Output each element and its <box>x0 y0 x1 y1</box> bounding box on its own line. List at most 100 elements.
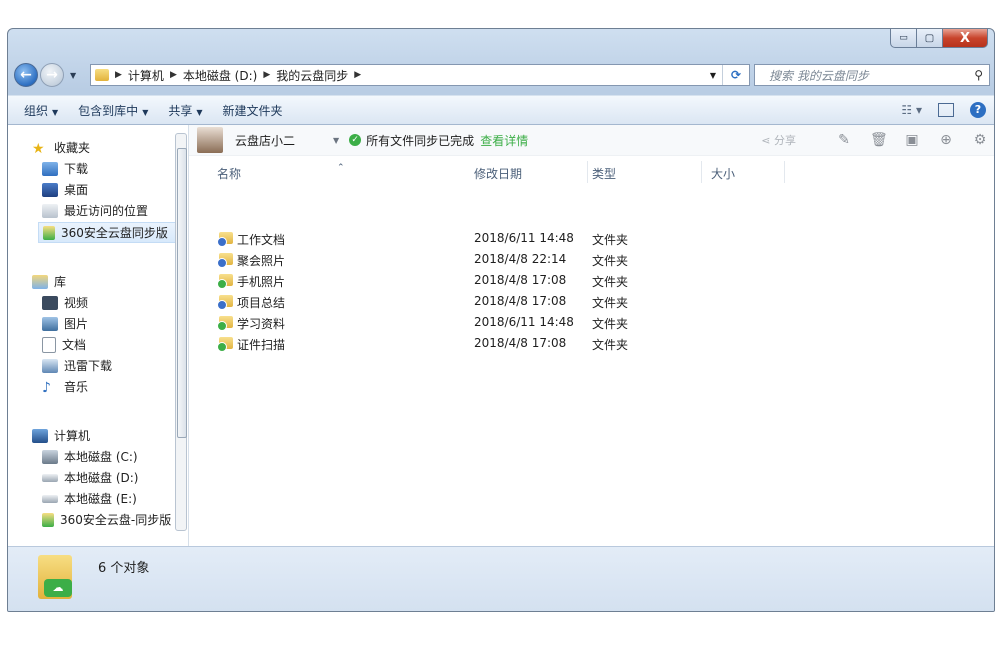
sync-actions: ⋖ 分享 ✎ 🗑 ▣ ⊕ ⚙ <box>761 125 994 155</box>
help-icon[interactable]: ? <box>970 102 986 118</box>
chevron-right-icon: ▶ <box>354 70 362 80</box>
file-type: 文件夹 <box>592 317 629 331</box>
column-divider[interactable] <box>784 161 785 183</box>
scrollbar-thumb[interactable] <box>177 148 187 438</box>
include-library-button[interactable]: 包含到库中 ▼ <box>74 99 152 122</box>
file-modified: 2018/6/11 14:48 <box>474 315 574 329</box>
recent-pages-dropdown[interactable]: ▼ <box>70 71 76 80</box>
drive-icon <box>42 494 58 503</box>
close-button[interactable]: X <box>943 29 988 48</box>
drive-icon <box>42 449 58 464</box>
column-header-modified[interactable]: 修改日期 <box>474 165 522 182</box>
globe-icon[interactable]: ⊕ <box>938 132 954 148</box>
chevron-down-icon[interactable]: ▼ <box>710 71 716 80</box>
search-input[interactable]: 搜索 我的云盘同步 ⚲ <box>754 64 990 86</box>
chevron-down-icon: ▼ <box>196 107 203 117</box>
new-folder-label: 新建文件夹 <box>222 103 283 118</box>
sync-status-bar: 云盘店小二 ▼ ✓ 所有文件同步已完成 查看详情 ⋖ 分享 ✎ 🗑 ▣ ⊕ ⚙ <box>189 125 994 156</box>
trash-icon[interactable]: 🗑 <box>870 132 888 148</box>
image-icon[interactable]: ▣ <box>904 132 920 148</box>
share-action-label: 分享 <box>774 134 796 147</box>
close-icon: X <box>959 30 971 46</box>
file-type: 文件夹 <box>592 338 629 352</box>
nav-label: 桌面 <box>64 183 89 197</box>
chevron-down-icon: ▼ <box>142 107 149 117</box>
settings-icon[interactable]: ⚙ <box>972 132 988 148</box>
sync-status-icon <box>217 237 227 247</box>
share-button[interactable]: 共享 ▼ <box>164 99 206 122</box>
file-name: 学习资料 <box>237 317 286 331</box>
include-library-label: 包含到库中 <box>78 103 139 118</box>
address-bar[interactable]: ▶ 计算机 ▶ 本地磁盘 (D:) ▶ 我的云盘同步 ▶ ▼ ⟳ <box>90 64 750 86</box>
nav-label: 本地磁盘 (E:) <box>64 492 137 506</box>
sync-status-icon <box>217 300 227 310</box>
chevron-right-icon: ▶ <box>169 70 177 80</box>
forward-button[interactable]: → <box>40 63 64 87</box>
file-name: 手机照片 <box>237 275 286 289</box>
nav-label: 图片 <box>64 317 89 331</box>
column-divider[interactable] <box>587 161 588 183</box>
maximize-button[interactable]: ▢ <box>917 29 943 48</box>
caption-buttons: ▭ ▢ X <box>890 29 988 48</box>
minimize-button[interactable]: ▭ <box>890 29 917 48</box>
column-header-type[interactable]: 类型 <box>592 165 616 182</box>
table-row[interactable]: 手机照片 2018/4/8 17:08 文件夹 <box>189 270 994 291</box>
preview-pane-icon[interactable] <box>938 103 954 117</box>
maximize-icon: ▢ <box>924 32 935 44</box>
file-name: 聚会照片 <box>237 254 286 268</box>
file-type: 文件夹 <box>592 296 629 310</box>
view-details-link[interactable]: 查看详情 <box>480 132 528 149</box>
minimize-icon: ▭ <box>899 33 908 43</box>
breadcrumb-computer[interactable]: 计算机 <box>128 67 164 84</box>
cloud-icon: ☁ <box>44 579 72 597</box>
table-row[interactable]: 项目总结 2018/4/8 17:08 文件夹 <box>189 291 994 312</box>
search-placeholder: 搜索 我的云盘同步 <box>769 68 869 83</box>
share-action[interactable]: ⋖ 分享 <box>761 132 796 148</box>
table-row[interactable]: 工作文档 2018/6/11 14:48 文件夹 <box>189 228 994 249</box>
nav-label: 视频 <box>64 296 89 310</box>
file-modified: 2018/4/8 22:14 <box>474 252 567 266</box>
table-row[interactable]: 聚会照片 2018/4/8 22:14 文件夹 <box>189 249 994 270</box>
search-icon[interactable]: ⚲ <box>974 68 983 82</box>
refresh-icon[interactable]: ⟳ <box>722 65 749 85</box>
organize-button[interactable]: 组织 ▼ <box>20 99 62 122</box>
avatar[interactable] <box>197 127 223 153</box>
nav-label: 下载 <box>64 162 89 176</box>
share-label: 共享 <box>168 103 193 118</box>
file-list-pane: 云盘店小二 ▼ ✓ 所有文件同步已完成 查看详情 ⋖ 分享 ✎ 🗑 ▣ ⊕ ⚙ … <box>189 125 994 549</box>
library-icon <box>32 274 48 289</box>
back-button[interactable]: ← <box>14 63 38 87</box>
edit-icon[interactable]: ✎ <box>836 132 852 148</box>
picture-icon <box>42 316 58 331</box>
chevron-down-icon[interactable]: ▼ <box>333 136 339 145</box>
computer-icon <box>32 428 48 443</box>
nav-label: 库 <box>54 275 67 289</box>
nav-label: 360安全云盘-同步版 <box>60 513 172 527</box>
chevron-right-icon: ▶ <box>115 70 122 80</box>
nav-label: 音乐 <box>64 380 89 394</box>
organize-label: 组织 <box>24 103 49 118</box>
column-divider[interactable] <box>701 161 702 183</box>
sync-status-icon <box>217 342 227 352</box>
view-options-icon[interactable]: ☷ ▾ <box>901 103 922 117</box>
sync-user-name[interactable]: 云盘店小二 <box>235 132 295 149</box>
new-folder-button[interactable]: 新建文件夹 <box>219 99 287 122</box>
folder-icon <box>217 232 233 247</box>
column-header-name[interactable]: 名称 <box>217 165 241 182</box>
sync-status-icon <box>217 321 227 331</box>
breadcrumb-sync-folder[interactable]: 我的云盘同步 <box>276 67 348 84</box>
nav-360-sync[interactable]: 360安全云盘同步版 <box>38 222 176 243</box>
nav-label: 本地磁盘 (C:) <box>64 450 138 464</box>
chevron-right-icon: ▶ <box>263 70 271 80</box>
address-row: ← → ▼ ▶ 计算机 ▶ 本地磁盘 (D:) ▶ 我的云盘同步 ▶ ▼ ⟳ 搜… <box>8 59 994 91</box>
nav-label: 最近访问的位置 <box>64 204 149 218</box>
table-row[interactable]: 证件扫描 2018/4/8 17:08 文件夹 <box>189 333 994 354</box>
column-header-size[interactable]: 大小 <box>711 165 735 182</box>
folder-icon <box>217 316 233 331</box>
table-row[interactable]: 学习资料 2018/6/11 14:48 文件夹 <box>189 312 994 333</box>
nav-scrollbar[interactable] <box>175 133 187 531</box>
breadcrumb-drive-d[interactable]: 本地磁盘 (D:) <box>183 67 257 84</box>
sync-status-text: 所有文件同步已完成 <box>366 133 475 148</box>
file-modified: 2018/4/8 17:08 <box>474 294 567 308</box>
object-count: 6 个对象 <box>98 561 150 576</box>
